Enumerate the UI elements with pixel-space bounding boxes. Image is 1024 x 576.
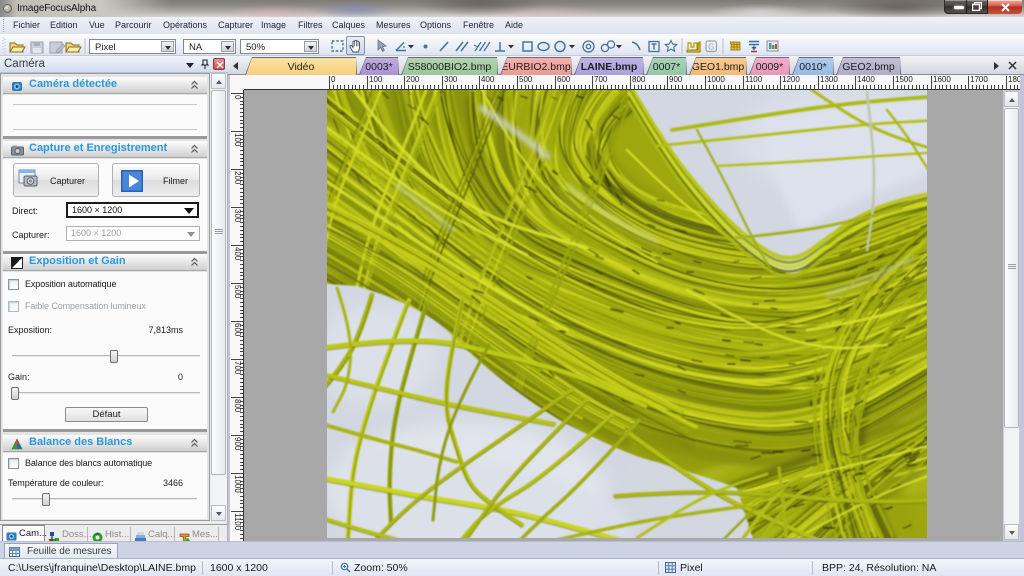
svg-text:G: G <box>708 43 714 52</box>
